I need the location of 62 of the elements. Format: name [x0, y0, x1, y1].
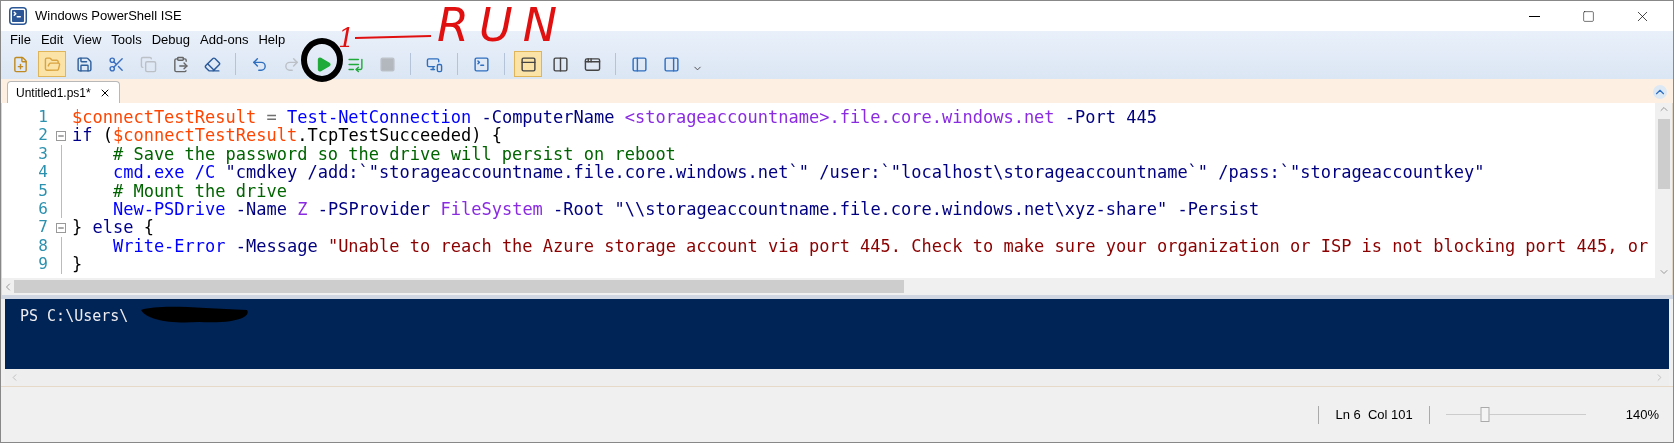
folder-icon — [43, 55, 61, 73]
stop-icon — [378, 55, 396, 73]
menu-item[interactable]: Tools — [106, 31, 147, 49]
layout-icon — [519, 55, 537, 73]
terminal-icon — [472, 55, 490, 73]
powershell-logo-icon — [9, 7, 27, 25]
collapse-pane-icon[interactable] — [1653, 85, 1667, 99]
menu-item[interactable]: File — [5, 31, 36, 49]
line-number: 7 — [37, 218, 49, 237]
step-number: 1 — [338, 22, 355, 55]
code-line: if ($connectTestResult.TcpTestSucceeded) { — [71, 126, 502, 145]
code-line: } — [71, 255, 83, 274]
toolbar-button[interactable] — [514, 51, 542, 77]
vertical-scrollbar[interactable] — [1655, 103, 1672, 278]
line-number: 6 — [37, 199, 49, 219]
layout-icon — [551, 55, 569, 73]
code-line: Write-Error -Message "Unable to reach the Azure storage account via port 445. Check to make sure your organization or ISP is not blocking port 445, or — [111, 236, 1649, 256]
scissors-icon — [107, 55, 125, 73]
eraser-icon — [203, 55, 221, 73]
zoom-level: 140% — [1625, 405, 1659, 424]
line-number: 8 — [37, 236, 49, 256]
clipboard-icon — [171, 55, 189, 73]
slider-thumb[interactable] — [1480, 407, 1490, 422]
horizontal-scrollbar[interactable] — [2, 278, 1672, 295]
line-number: 5 — [37, 181, 49, 200]
cursor-position: Ln 6 Col 101 — [1335, 405, 1413, 424]
undo-icon — [250, 55, 268, 73]
monitor-icon — [425, 55, 443, 73]
copy-icon — [139, 55, 157, 73]
console-prompt: PS C:\Users\ — [20, 307, 129, 325]
line-number: 2 — [37, 126, 49, 145]
menu-item[interactable]: Edit — [35, 31, 69, 49]
window-icon — [583, 55, 601, 73]
zoom-slider[interactable] — [1445, 405, 1586, 424]
code-line: $connectTestResult = Test-NetConnection -ComputerName <storageaccountname>.file.core.windows.net -Port 445 — [71, 108, 1157, 127]
panel-icon — [630, 55, 648, 73]
code-line: cmd.exe /C "cmdkey /add:`"storageaccountname.file.core.windows.net`" /user:`"localhost\storageaccountname`" /pass:`"storageaccountkey" — [111, 163, 1485, 182]
menu-item[interactable]: View — [68, 31, 107, 49]
redo-icon — [282, 55, 300, 73]
line-number: 1 — [37, 108, 49, 127]
document-tab[interactable]: Untitled1.ps1* — [7, 81, 120, 103]
collapse-icon[interactable] — [56, 222, 66, 233]
menu-item[interactable]: Debug — [146, 31, 195, 49]
maximize-icon — [1581, 9, 1595, 23]
code-line: New-PSDrive -Name Z -PSProvider FileSystem -Root "\\storageaccountname.file.core.windows.net\xyz-share" -Persist — [111, 199, 1260, 219]
minimize-icon — [1528, 15, 1540, 17]
menu-item[interactable]: Add-ons — [195, 31, 254, 49]
code-line: # Mount the drive — [111, 181, 287, 200]
new-file-icon — [11, 55, 29, 73]
window-title: Windows PowerShell ISE — [35, 7, 182, 26]
panel-icon — [662, 55, 680, 73]
code-line: } else { — [71, 218, 154, 237]
line-number: 9 — [37, 255, 49, 274]
run-annotation: RUN — [437, 3, 568, 47]
code-line: # Save the password so the drive will persist on reboot — [111, 144, 676, 164]
collapse-icon[interactable] — [56, 130, 66, 141]
scrollbar-thumb[interactable] — [1657, 119, 1670, 189]
scrollbar-thumb[interactable] — [14, 280, 904, 293]
menu-item[interactable]: Help — [253, 31, 291, 49]
line-number: 3 — [37, 144, 49, 164]
save-icon — [75, 55, 93, 73]
line-number: 4 — [37, 163, 49, 182]
